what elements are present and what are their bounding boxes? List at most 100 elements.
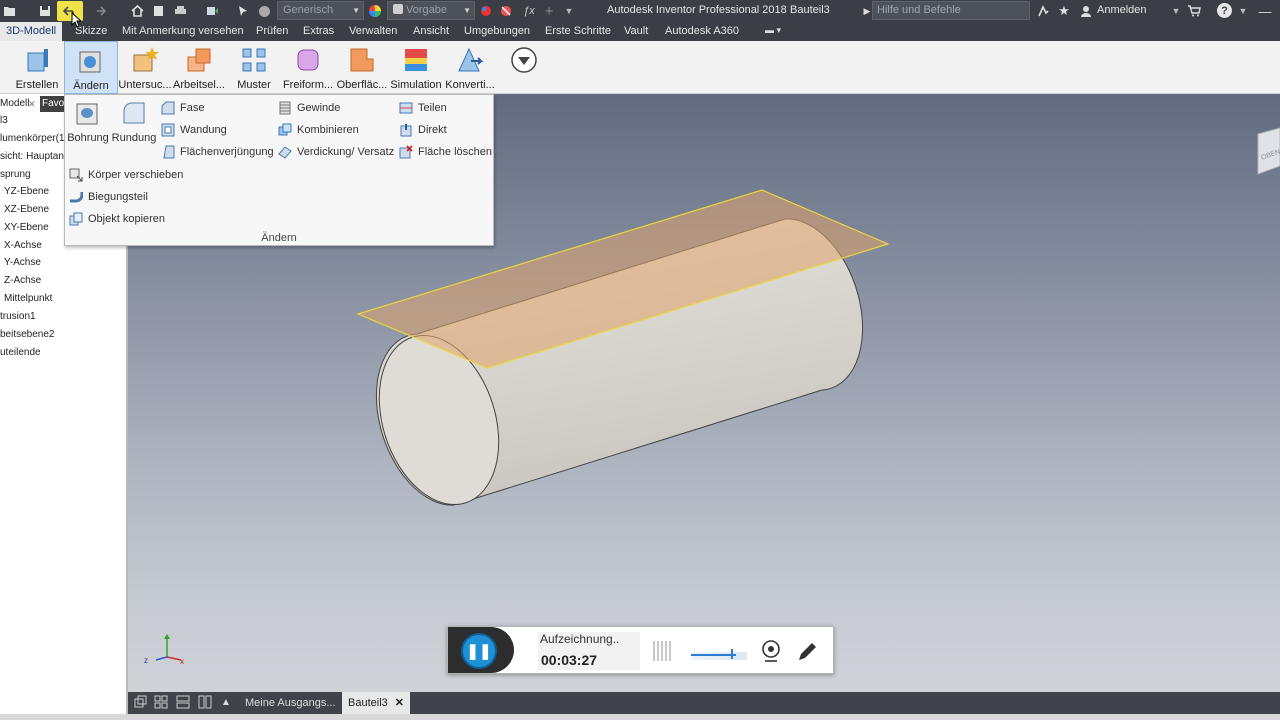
thicken-offset-item[interactable]: Verdickung/ Versatz (278, 145, 394, 159)
appearance-combo-value: Vorgabe (406, 4, 447, 16)
save-icon[interactable] (38, 4, 52, 18)
help-icon[interactable]: ? (1217, 3, 1232, 18)
recorder-status-box: Aufzeichnung.. 00:03:27 (538, 632, 640, 670)
split-item[interactable]: Teilen (399, 101, 447, 115)
hole-button[interactable]: Bohrung (67, 99, 109, 144)
svg-text:x: x (180, 657, 184, 666)
document-icon[interactable] (151, 4, 165, 18)
tree-node-center-point[interactable]: Mittelpunkt (4, 293, 52, 304)
update-icon[interactable] (205, 4, 219, 18)
ribbon-more-button[interactable] (500, 41, 547, 94)
tab-a360[interactable]: Autodesk A360 (665, 25, 739, 37)
tree-node-xy-plane[interactable]: XY-Ebene (4, 222, 49, 233)
tab-manage[interactable]: Verwalten (349, 25, 397, 37)
tab-inspect[interactable]: Prüfen (256, 25, 288, 37)
cascade-windows-icon[interactable] (134, 695, 148, 711)
face-draft-item[interactable]: Flächenverjüngung (161, 145, 274, 159)
surface-button[interactable]: Oberfläc... (335, 41, 389, 94)
pattern-button[interactable]: Muster (227, 41, 281, 94)
tree-node-view[interactable]: sicht: Hauptans (0, 151, 69, 162)
tree-node-x-axis[interactable]: X-Achse (4, 240, 42, 251)
doc-tab-home[interactable]: Meine Ausgangs... (239, 692, 342, 714)
tree-node-extrusion1[interactable]: trusion1 (0, 311, 36, 322)
move-bodies-item[interactable]: Körper verschieben (69, 168, 183, 182)
tab-view[interactable]: Ansicht (413, 25, 449, 37)
appearance-combo[interactable]: Vorgabe ▼ (387, 1, 475, 20)
binoculars-icon[interactable] (1036, 4, 1050, 18)
star-icon[interactable]: ★ (1057, 3, 1071, 18)
customize-dropdown-icon[interactable]: ▼ (562, 4, 576, 18)
bend-part-item[interactable]: Biegungsteil (69, 190, 148, 204)
doc-tab-bauteil3[interactable]: Bauteil3 ✕ (342, 692, 410, 714)
tree-node-origin[interactable]: sprung (0, 169, 31, 180)
minimize-icon[interactable]: — (1258, 4, 1272, 19)
tab-tools[interactable]: Extras (303, 25, 334, 37)
clear-override-icon[interactable] (499, 4, 513, 18)
simulation-button[interactable]: Simulation (389, 41, 443, 94)
open-folder-icon[interactable] (3, 4, 17, 18)
ribbon-display-toggle-icon[interactable]: ▬ ▾ (765, 25, 781, 36)
fillet-button[interactable]: Rundung (112, 99, 156, 144)
combine-item[interactable]: Kombinieren (278, 123, 359, 137)
work-features-button[interactable]: Arbeitsel... (172, 41, 226, 94)
pen-icon[interactable] (796, 639, 818, 666)
tree-node-yz-plane[interactable]: YZ-Ebene (4, 186, 49, 197)
tree-node-xz-plane[interactable]: XZ-Ebene (4, 204, 49, 215)
document-title: Bauteil3 (790, 4, 830, 16)
user-icon[interactable] (1079, 4, 1093, 18)
thread-item[interactable]: Gewinde (278, 101, 340, 115)
cart-icon[interactable] (1187, 4, 1201, 18)
arrange-horizontal-icon[interactable] (176, 695, 190, 711)
shell-item[interactable]: Wandung (161, 123, 227, 137)
tree-node-solid-bodies[interactable]: lumenkörper(1) (0, 133, 68, 144)
simulation-icon (405, 49, 427, 71)
explore-button[interactable]: Untersuc... (118, 41, 172, 94)
chamfer-item[interactable]: Fase (161, 101, 204, 115)
pause-icon[interactable]: ❚❚ (461, 633, 497, 669)
print-icon[interactable] (173, 4, 187, 18)
function-icon[interactable]: ƒx (522, 4, 536, 18)
tree-node-part[interactable]: l3 (0, 115, 8, 126)
tree-node-end-of-part[interactable]: uteilende (0, 347, 41, 358)
help-search-input[interactable]: Hilfe und Befehle durchsuchen... (872, 1, 1030, 33)
title-bar: Generisch ▼ Vorgabe ▼ ƒx + ▼ Autodesk In… (0, 0, 1280, 33)
delete-face-item[interactable]: Fläche löschen (399, 145, 492, 159)
webcam-icon[interactable] (760, 639, 782, 666)
explore-icon (133, 47, 159, 72)
tab-vault[interactable]: Vault (624, 25, 648, 37)
document-list-icon[interactable]: ▲ (221, 695, 231, 711)
globe-icon[interactable] (257, 4, 271, 18)
volume-slider-thumb[interactable] (731, 649, 733, 659)
direct-item[interactable]: Direkt (399, 123, 447, 137)
style-combo[interactable]: Generisch ▼ (277, 1, 364, 20)
tab-3d-model[interactable]: 3D-Modell (0, 22, 63, 41)
sign-in-link[interactable]: Anmelden (1097, 4, 1147, 16)
tab-get-started[interactable]: Erste Schritte (545, 25, 611, 37)
tree-node-z-axis[interactable]: Z-Achse (4, 275, 41, 286)
chevron-down-icon[interactable]: ▼ (1236, 4, 1250, 18)
plus-icon[interactable]: + (542, 3, 556, 20)
viewcube[interactable]: OBEN (1257, 127, 1280, 175)
freeform-button[interactable]: Freiform... (281, 41, 335, 94)
tree-node-y-axis[interactable]: Y-Achse (4, 257, 41, 268)
thicken-offset-label: Verdickung/ Versatz (297, 146, 395, 158)
copy-object-item[interactable]: Objekt kopieren (69, 212, 165, 226)
tree-node-work-plane2[interactable]: beitsebene2 (0, 329, 55, 340)
material-icon[interactable] (479, 4, 493, 18)
tab-environments[interactable]: Umgebungen (464, 25, 530, 37)
document-tabs-bar: ▲ Meine Ausgangs... Bauteil3 ✕ (128, 692, 1280, 714)
create-button[interactable]: Erstellen (10, 41, 64, 94)
select-icon[interactable] (236, 4, 250, 18)
chevron-down-icon[interactable]: ▼ (1169, 4, 1183, 18)
color-wheel-icon[interactable] (368, 4, 382, 18)
home-icon[interactable] (130, 4, 144, 18)
volume-slider[interactable] (691, 649, 747, 660)
close-icon[interactable]: ✕ (395, 692, 404, 714)
tile-windows-icon[interactable] (154, 695, 168, 711)
tab-annotate[interactable]: Mit Anmerkung versehen (122, 25, 244, 37)
convert-button[interactable]: Konverti... (443, 41, 497, 94)
modify-button[interactable]: Ändern (64, 41, 118, 94)
arrange-vertical-icon[interactable] (198, 695, 212, 711)
close-icon[interactable]: ✕ (28, 96, 36, 112)
redo-icon[interactable] (92, 4, 106, 18)
